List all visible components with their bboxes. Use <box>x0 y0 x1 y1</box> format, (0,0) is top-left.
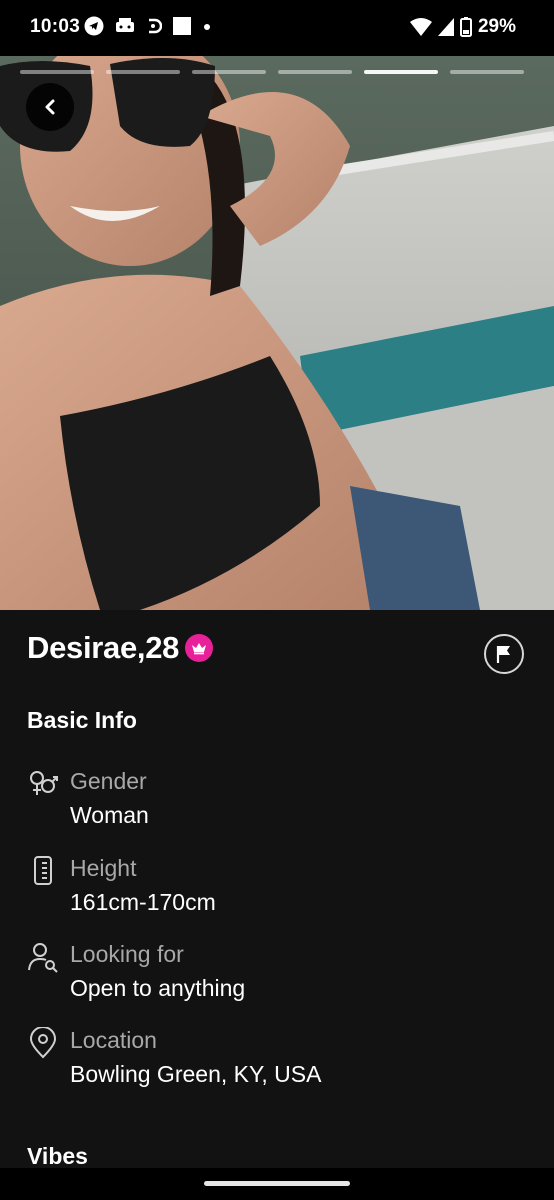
profile-photo[interactable] <box>0 56 554 610</box>
story-bar <box>20 70 94 74</box>
signal-icon <box>437 18 454 36</box>
dot-icon <box>204 24 210 30</box>
info-label: Location <box>70 1027 157 1053</box>
story-progress <box>20 70 524 74</box>
info-label: Height <box>70 855 137 881</box>
telegram-icon <box>84 16 104 36</box>
info-value: 161cm-170cm <box>70 889 216 915</box>
story-bar <box>192 70 266 74</box>
chevron-left-icon <box>45 99 55 115</box>
height-icon <box>34 856 52 885</box>
info-value: Bowling Green, KY, USA <box>70 1061 322 1087</box>
photo-image <box>0 56 554 610</box>
info-height: Height 161cm-170cm <box>27 855 527 925</box>
info-value: Woman <box>70 802 149 828</box>
info-looking-for: Looking for Open to anything <box>27 941 527 1011</box>
notification-icons <box>84 16 212 36</box>
gender-icon <box>30 771 58 795</box>
status-time: 10:03 <box>30 16 81 37</box>
story-bar-active <box>364 70 438 74</box>
battery-level: 29% <box>477 16 516 37</box>
story-bar <box>278 70 352 74</box>
crown-icon <box>192 643 207 655</box>
basic-info-title: Basic Info <box>27 707 137 733</box>
story-bar <box>450 70 524 74</box>
story-bar <box>106 70 180 74</box>
info-gender: Gender Woman <box>27 768 527 838</box>
wallet-icon <box>116 18 134 32</box>
looking-for-icon <box>28 943 58 973</box>
battery-icon <box>459 17 472 37</box>
info-label: Looking for <box>70 941 184 967</box>
home-gesture-handle[interactable] <box>204 1181 350 1186</box>
profile-name-age: Desirae,28 <box>27 630 180 665</box>
profile-header: Desirae,28 <box>27 630 214 666</box>
d-icon <box>149 18 162 34</box>
status-bar: 10:03 29% <box>0 0 554 56</box>
vibes-title: Vibes <box>27 1143 88 1169</box>
report-button[interactable] <box>484 634 524 674</box>
system-icons: 29% <box>409 16 516 38</box>
info-location: Location Bowling Green, KY, USA <box>27 1027 527 1097</box>
flag-icon <box>496 646 510 663</box>
square-icon <box>173 17 191 35</box>
premium-badge <box>185 634 214 662</box>
navigation-bar <box>0 1168 554 1200</box>
back-button[interactable] <box>26 83 74 131</box>
wifi-icon <box>409 18 432 36</box>
info-value: Open to anything <box>70 975 246 1001</box>
location-pin-icon <box>29 1027 57 1059</box>
info-label: Gender <box>70 768 147 794</box>
